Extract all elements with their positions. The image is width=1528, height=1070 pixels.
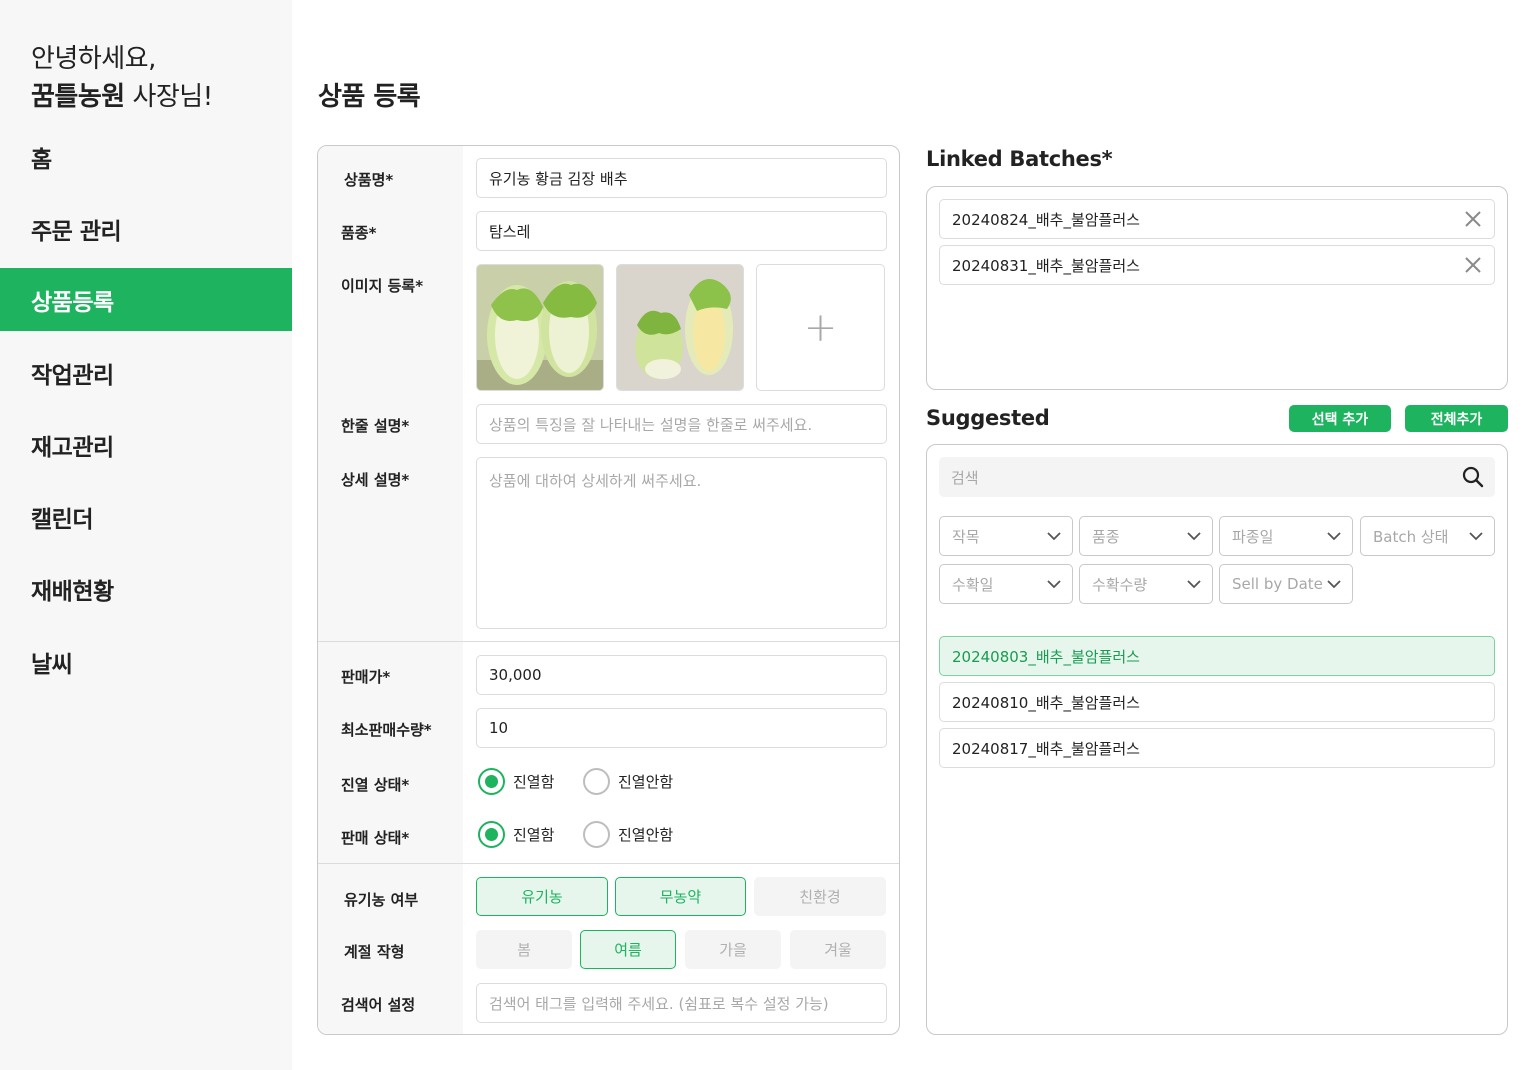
chevron-down-icon [1469,532,1483,541]
chip-spring[interactable]: 봄 [476,930,572,969]
sidebar-item-tasks[interactable]: 작업관리 [0,341,292,404]
filter-sowing-date-dropdown[interactable]: 파종일 [1219,516,1353,556]
batch-label: 20240824_배추_불암플러스 [952,210,1140,229]
display-radio-off[interactable]: 진열안함 [583,768,673,795]
farm-name: 꿈틀농원 [31,82,125,112]
dropdown-label: 작목 [952,527,980,546]
sidebar-item-product-register[interactable]: 상품등록 [0,268,292,331]
filter-variety-dropdown[interactable]: 품종 [1079,516,1213,556]
product-form: 상품명* 유기농 황금 김장 배추 품종* 탐스레 이미지 등록* + 한줄 설… [317,145,900,1035]
close-icon[interactable] [1462,254,1484,276]
short-desc-input[interactable]: 상품의 특징을 잘 나타내는 설명을 한줄로 써주세요. [476,404,887,444]
season-label: 계절 작형 [344,943,405,961]
sidebar-item-inventory[interactable]: 재고관리 [0,413,292,476]
chevron-down-icon [1047,532,1061,541]
min-qty-input[interactable]: 10 [476,708,887,748]
display-status-label: 진열 상태* [341,776,410,794]
radio-circle [583,768,610,795]
radio-label: 진열함 [513,773,555,791]
suggested-batch-item[interactable]: 20240810_배추_불암플러스 [939,682,1495,722]
product-name-input[interactable]: 유기농 황금 김장 배추 [476,158,887,198]
linked-batch-item: 20240824_배추_불암플러스 [939,199,1495,239]
filter-batch-status-dropdown[interactable]: Batch 상태 [1360,516,1495,556]
chevron-down-icon [1327,580,1341,589]
dropdown-label: 수확수량 [1092,575,1148,594]
chip-autumn[interactable]: 가을 [685,930,781,969]
search-placeholder: 검색 [951,468,979,487]
chevron-down-icon [1327,532,1341,541]
short-desc-label: 한줄 설명* [341,417,410,435]
chevron-down-icon [1187,532,1201,541]
product-image-1[interactable] [476,264,604,391]
sidebar: 안녕하세요, 꿈틀농원 사장님! 홈 주문 관리 상품등록 작업관리 재고관리 … [0,0,292,1070]
close-icon[interactable] [1462,208,1484,230]
display-radio-on[interactable]: 진열함 [478,768,554,795]
keyword-input[interactable]: 검색어 태그를 입력해 주세요. (쉼표로 복수 설정 가능) [476,983,887,1023]
search-input[interactable]: 검색 [939,457,1495,497]
detail-desc-label: 상세 설명* [341,471,410,489]
variety-label: 품종* [341,224,377,242]
chevron-down-icon [1187,580,1201,589]
filter-harvest-qty-dropdown[interactable]: 수확수량 [1079,564,1213,604]
chip-summer[interactable]: 여름 [580,930,676,969]
dropdown-label: 수확일 [952,575,994,594]
sidebar-item-orders[interactable]: 주문 관리 [0,197,292,260]
filter-crop-dropdown[interactable]: 작목 [939,516,1073,556]
sale-status-label: 판매 상태* [341,829,410,847]
radio-circle [478,821,505,848]
divider [318,863,899,864]
suggested-box: 검색 작목 품종 파종일 Batch 상태 수확일 수확수량 Sell by D… [926,444,1508,1035]
radio-label: 진열안함 [618,773,674,791]
dropdown-label: Batch 상태 [1373,527,1449,546]
chip-pesticide-free[interactable]: 무농약 [615,877,746,916]
filter-sell-by-date-dropdown[interactable]: Sell by Date [1219,564,1353,604]
greeting: 안녕하세요, 꿈틀농원 사장님! [31,40,213,116]
add-image-button[interactable]: + [756,264,885,391]
chip-winter[interactable]: 겨울 [790,930,886,969]
sidebar-item-cultivation[interactable]: 재배현황 [0,557,292,620]
keyword-label: 검색어 설정 [341,996,416,1014]
suggested-batch-item[interactable]: 20240803_배추_불암플러스 [939,636,1495,676]
divider [318,641,899,642]
suggested-batch-item[interactable]: 20240817_배추_불암플러스 [939,728,1495,768]
dropdown-label: Sell by Date [1232,575,1323,593]
greeting-line1: 안녕하세요, [31,44,156,74]
chip-organic[interactable]: 유기농 [476,877,608,916]
add-all-button[interactable]: 전체추가 [1405,405,1508,432]
sale-radio-on[interactable]: 진열함 [478,821,554,848]
radio-label: 진열안함 [618,826,674,844]
linked-batches-title: Linked Batches* [926,147,1113,171]
price-label: 판매가* [341,668,391,686]
dropdown-label: 파종일 [1232,527,1274,546]
chip-eco-friendly[interactable]: 친환경 [754,877,886,916]
chevron-down-icon [1047,580,1061,589]
min-qty-label: 최소판매수량* [341,721,432,739]
greeting-suffix: 사장님! [124,82,213,112]
sidebar-item-calendar[interactable]: 캘린더 [0,485,292,548]
greeting-line2: 꿈틀농원 사장님! [31,78,213,116]
organic-label: 유기농 여부 [344,891,419,909]
add-selected-button[interactable]: 선택 추가 [1289,405,1391,432]
linked-batch-item: 20240831_배추_불암플러스 [939,245,1495,285]
radio-circle [583,821,610,848]
variety-input[interactable]: 탐스레 [476,211,887,251]
radio-label: 진열함 [513,826,555,844]
sidebar-item-weather[interactable]: 날씨 [0,630,292,693]
sidebar-item-home[interactable]: 홈 [0,125,292,188]
sale-radio-off[interactable]: 진열안함 [583,821,673,848]
detail-desc-textarea[interactable]: 상품에 대하여 상세하게 써주세요. [476,457,887,629]
filter-harvest-date-dropdown[interactable]: 수확일 [939,564,1073,604]
linked-batches-box: 20240824_배추_불암플러스 20240831_배추_불암플러스 [926,186,1508,390]
image-label: 이미지 등록* [341,277,424,295]
price-input[interactable]: 30,000 [476,655,887,695]
dropdown-label: 품종 [1092,527,1120,546]
page-title: 상품 등록 [318,82,421,112]
product-image-2[interactable] [616,264,744,391]
batch-label: 20240831_배추_불암플러스 [952,256,1140,275]
product-name-label: 상품명* [344,171,394,189]
radio-circle [478,768,505,795]
search-icon[interactable] [1461,465,1485,489]
suggested-title: Suggested [926,406,1050,430]
